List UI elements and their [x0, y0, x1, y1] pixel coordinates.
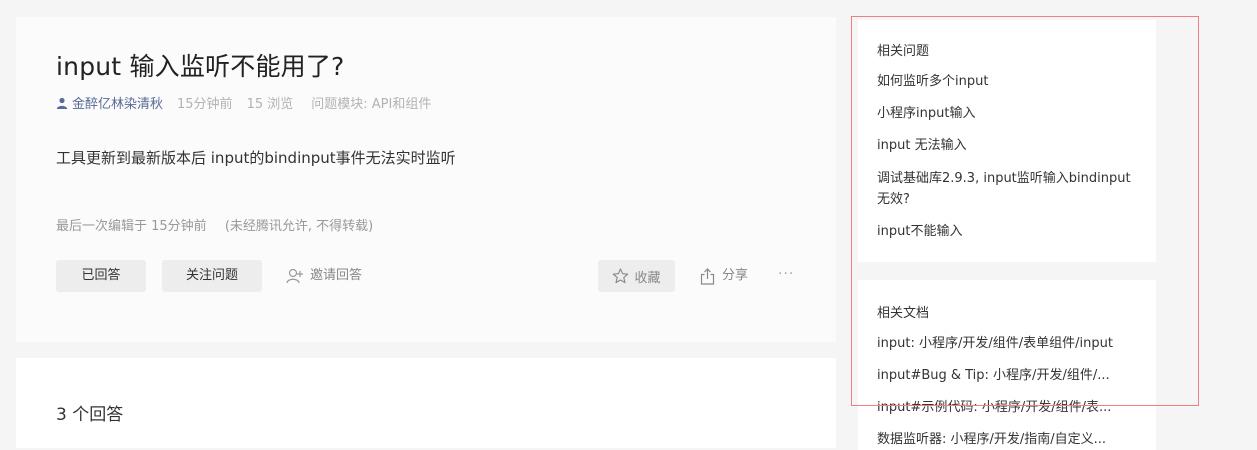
user-icon — [56, 97, 68, 109]
invite-answer-button[interactable]: 邀请回答 — [286, 260, 362, 292]
invite-label: 邀请回答 — [310, 268, 363, 283]
share-icon — [700, 267, 715, 285]
post-time: 15分钟前 — [177, 97, 233, 112]
answers-card: 3 个回答 — [16, 358, 836, 448]
related-docs-title: 相关文档 — [877, 306, 930, 321]
related-question-link[interactable]: input 无法输入 — [877, 135, 1139, 156]
star-icon — [613, 268, 629, 284]
related-question-link[interactable]: 如何监听多个input — [877, 71, 1139, 92]
edit-time: 最后一次编辑于 15分钟前 — [56, 219, 207, 234]
follow-question-button[interactable]: 关注问题 — [162, 260, 262, 292]
related-doc-link[interactable]: input#Bug & Tip: 小程序/开发/组件/... — [877, 365, 1139, 386]
question-title: input 输入监听不能用了? — [56, 52, 345, 81]
question-card: input 输入监听不能用了? 金醉亿林染清秋 15分钟前 15 浏览 问题模块… — [16, 17, 836, 342]
related-questions-title: 相关问题 — [877, 44, 930, 59]
share-label: 分享 — [722, 268, 749, 283]
related-question-link[interactable]: 调试基础库2.9.3, input监听输入bindinput无效? — [877, 168, 1139, 210]
answered-button[interactable]: 已回答 — [56, 260, 146, 292]
related-question-link[interactable]: input不能输入 — [877, 221, 1139, 242]
question-meta: 金醉亿林染清秋 15分钟前 15 浏览 问题模块: API和组件 — [56, 93, 431, 112]
share-button[interactable]: 分享 — [700, 260, 748, 292]
author-name: 金醉亿林染清秋 — [72, 97, 164, 112]
related-doc-link[interactable]: input: 小程序/开发/组件/表单组件/input — [877, 333, 1139, 354]
related-question-link[interactable]: 小程序input输入 — [877, 103, 1139, 124]
related-doc-link[interactable]: input#示例代码: 小程序/开发/组件/表... — [877, 397, 1139, 418]
answers-count: 3 个回答 — [56, 405, 124, 425]
edit-note: 最后一次编辑于 15分钟前 (未经腾讯允许, 不得转载) — [56, 215, 373, 234]
more-options-button[interactable]: ··· — [778, 260, 794, 292]
author-link[interactable]: 金醉亿林染清秋 — [56, 93, 163, 112]
view-count: 15 浏览 — [246, 97, 294, 112]
collect-button[interactable]: 收藏 — [598, 260, 675, 292]
copyright-notice: (未经腾讯允许, 不得转载) — [224, 219, 374, 234]
collect-label: 收藏 — [634, 270, 661, 286]
add-user-icon — [286, 268, 303, 284]
question-module: 问题模块: API和组件 — [311, 97, 432, 112]
question-body: 工具更新到最新版本后 input的bindinput事件无法实时监听 — [56, 149, 456, 167]
related-questions-panel: 相关问题 如何监听多个input 小程序input输入 input 无法输入 调… — [858, 20, 1156, 262]
related-doc-link[interactable]: 数据监听器: 小程序/开发/指南/自定义... — [877, 429, 1139, 450]
related-docs-panel: 相关文档 input: 小程序/开发/组件/表单组件/input input#B… — [858, 280, 1156, 450]
